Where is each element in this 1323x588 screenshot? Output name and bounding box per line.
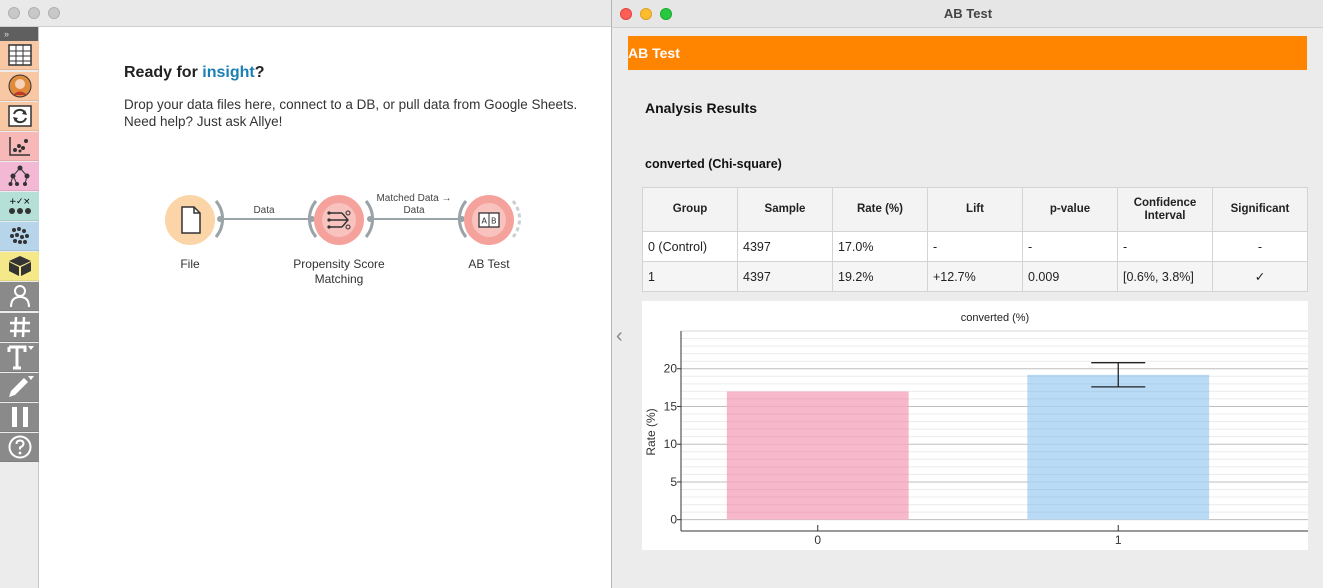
- main-window-titlebar: [0, 0, 612, 27]
- col-header-significant: Significant: [1212, 187, 1308, 232]
- y-tick-label: 10: [664, 437, 678, 451]
- ab-window-title: AB Test: [943, 6, 993, 21]
- text-icon[interactable]: [0, 343, 39, 372]
- svg-text:×: ×: [23, 197, 31, 207]
- cluster-icon[interactable]: [0, 222, 39, 251]
- hash-icon[interactable]: [0, 313, 39, 342]
- chart-panel: converted (%) Rate (%) 0 1 0 5 10 15 20: [642, 301, 1308, 550]
- cell: 17.0%: [832, 231, 928, 262]
- matching-icon: [322, 203, 356, 237]
- svg-text:B: B: [491, 217, 497, 226]
- bar-chart: converted (%) Rate (%) 0 105101520: [644, 312, 1308, 547]
- y-tick-label: 5: [670, 475, 677, 489]
- table-row: 0 (Control) 4397 17.0% - - - -: [642, 231, 1308, 262]
- significant-check-icon: ✓: [1212, 261, 1308, 292]
- cell: -: [1022, 231, 1118, 262]
- scatter-icon[interactable]: [0, 132, 39, 161]
- pause-icon[interactable]: [0, 403, 39, 432]
- transform-icon[interactable]: [0, 102, 39, 131]
- bar-1: [1027, 374, 1210, 520]
- tree-icon[interactable]: [0, 162, 39, 191]
- cell: 4397: [737, 231, 833, 262]
- grid-icon[interactable]: + ✓ ×: [0, 192, 39, 221]
- node-file[interactable]: [165, 195, 215, 245]
- ab-window-titlebar: AB Test: [612, 0, 1323, 28]
- avatar-icon[interactable]: [0, 72, 39, 101]
- cell: -: [1117, 231, 1213, 262]
- y-tick-label: 15: [664, 399, 678, 413]
- cell: [0.6%, 3.8%]: [1117, 261, 1213, 292]
- pen-icon[interactable]: [0, 373, 39, 402]
- ab-test-icon: AB: [472, 203, 506, 237]
- ab-test-window: AB Test AB Test Analysis Results convert…: [611, 0, 1323, 588]
- link-label-data: Data: [253, 205, 275, 216]
- metric-title: converted (Chi-square): [645, 157, 782, 171]
- cell: 19.2%: [832, 261, 928, 292]
- x-tick-label: 0: [814, 533, 821, 547]
- bar-0: [726, 391, 909, 520]
- widget-toolbox: » + ✓ ×: [0, 27, 39, 588]
- section-title: Analysis Results: [645, 100, 758, 116]
- col-header-lift: Lift: [927, 187, 1023, 232]
- toolbox-toggle[interactable]: »: [0, 27, 38, 41]
- link-label-matched: Matched Data → Data: [376, 193, 452, 216]
- col-header-pvalue: p-value: [1022, 187, 1118, 232]
- table-icon[interactable]: [0, 41, 39, 70]
- cell: 1: [642, 261, 738, 292]
- file-icon: [181, 206, 201, 234]
- node-label-abtest: AB Test: [468, 257, 510, 271]
- chart-title: converted (%): [961, 312, 1029, 324]
- box-icon[interactable]: [0, 252, 39, 281]
- workflow-canvas[interactable]: Ready for insight? Drop your data files …: [40, 28, 612, 588]
- person-icon[interactable]: [0, 282, 39, 311]
- collapse-chevron-icon[interactable]: ‹: [616, 325, 623, 348]
- y-tick-label: 0: [670, 513, 677, 527]
- node-label-file: File: [180, 257, 200, 271]
- col-header-ci: Confidence Interval: [1117, 187, 1213, 232]
- report-header: AB Test: [628, 36, 1307, 70]
- results-table: Group Sample Rate (%) Lift p-value Confi…: [642, 187, 1308, 292]
- minimize-button[interactable]: [28, 7, 40, 19]
- cell: 0 (Control): [642, 231, 738, 262]
- y-axis-label: Rate (%): [644, 408, 658, 455]
- zoom-button[interactable]: [48, 7, 60, 19]
- close-button[interactable]: [8, 7, 20, 19]
- cell: -: [1212, 231, 1308, 262]
- node-psm[interactable]: [314, 195, 364, 245]
- table-row: 1 4397 19.2% +12.7% 0.009 [0.6%, 3.8%] ✓: [642, 261, 1308, 292]
- cell: 0.009: [1022, 261, 1118, 292]
- table-header-row: Group Sample Rate (%) Lift p-value Confi…: [642, 187, 1308, 232]
- help-icon[interactable]: [0, 433, 39, 462]
- x-tick-label: 1: [1115, 533, 1122, 547]
- cell: -: [927, 231, 1023, 262]
- y-tick-label: 20: [664, 362, 678, 376]
- col-header-group: Group: [642, 187, 738, 232]
- svg-text:A: A: [482, 217, 488, 226]
- cell: 4397: [737, 261, 833, 292]
- col-header-rate: Rate (%): [832, 187, 928, 232]
- node-abtest[interactable]: AB: [464, 195, 514, 245]
- node-label-psm: Propensity Score Matching: [293, 257, 385, 286]
- cell: +12.7%: [927, 261, 1023, 292]
- col-header-sample: Sample: [737, 187, 833, 232]
